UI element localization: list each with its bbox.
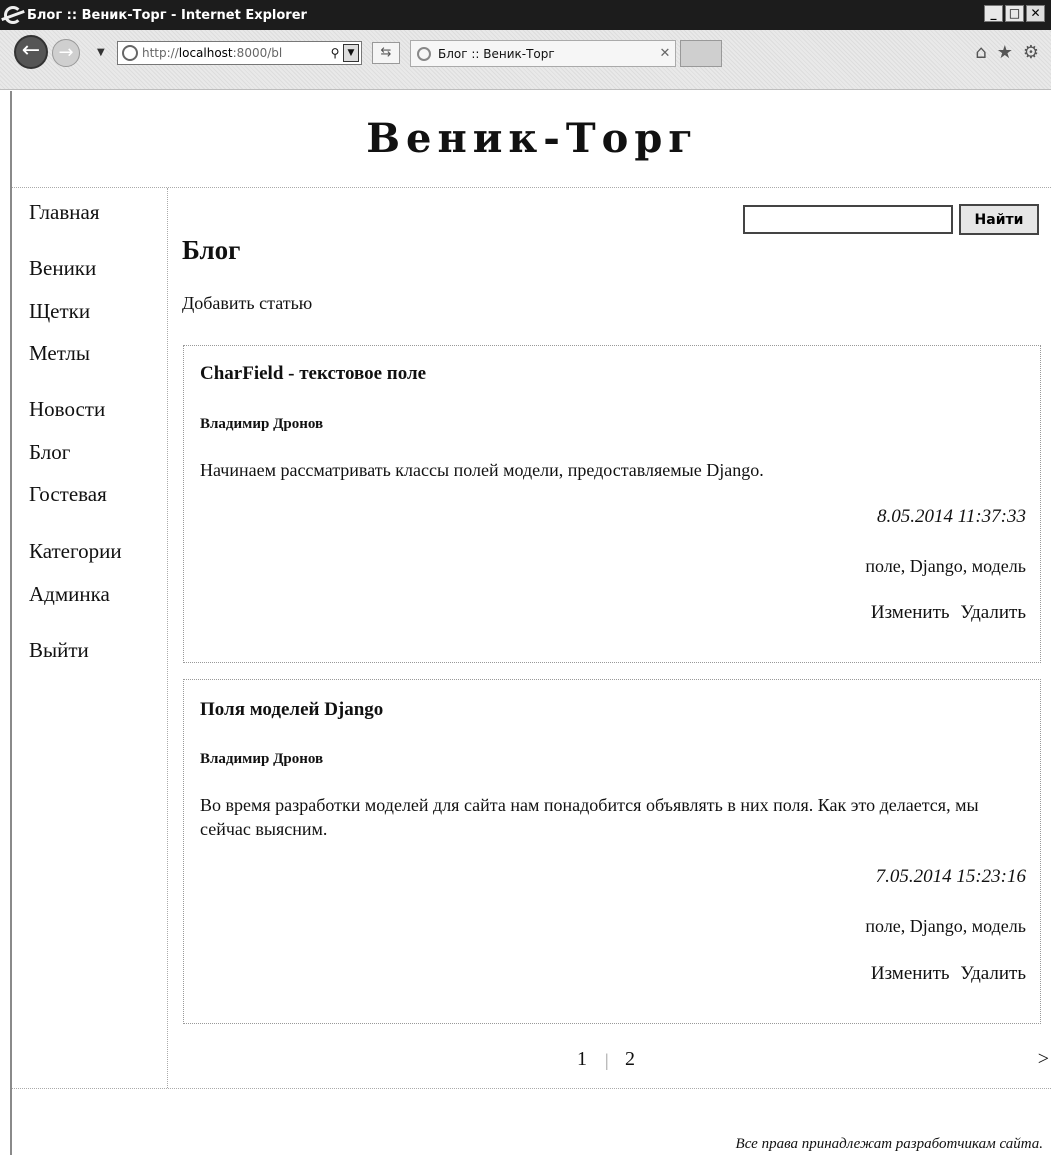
main-content: Найти Блог Добавить статью CharField - т… — [169, 188, 1051, 1088]
tab-close-icon[interactable]: ✕ — [655, 46, 675, 61]
page-viewport: Веник-Торг Главная Веники Щетки Метлы Но… — [10, 91, 1051, 1155]
blog-post: Поля моделей Django Владимир Дронов Во в… — [183, 679, 1041, 1024]
minimize-button[interactable]: _ — [984, 5, 1003, 22]
window-titlebar: Блог :: Веник-Торг - Internet Explorer _… — [0, 0, 1051, 30]
maximize-button[interactable]: □ — [1005, 5, 1024, 22]
sidebar-item-guestbook[interactable]: Гостевая — [29, 482, 107, 507]
sidebar-item-blog[interactable]: Блог — [29, 440, 70, 465]
address-dropdown-icon[interactable]: ▼ — [343, 44, 359, 62]
back-arrow-icon[interactable]: ← — [14, 35, 48, 69]
address-bar[interactable]: http://localhost:8000/bl ⚲ ▼ — [117, 41, 362, 65]
post-actions: Изменить Удалить — [871, 963, 1026, 985]
post-tags: поле, Django, модель — [865, 916, 1026, 936]
edit-link[interactable]: Изменить — [871, 602, 950, 623]
window-controls: _ □ ✕ — [984, 5, 1045, 22]
tab-blog[interactable]: Блог :: Веник-Торг ✕ — [410, 40, 676, 67]
post-title[interactable]: CharField - текстовое поле — [200, 363, 426, 385]
sidebar-item-categories[interactable]: Категории — [29, 539, 122, 564]
page-icon — [122, 45, 138, 61]
post-text: Начинаем рассматривать классы полей моде… — [200, 460, 764, 480]
history-dropdown-icon[interactable]: ▼ — [97, 47, 105, 58]
page-title: Блог — [182, 235, 241, 265]
window-title: Блог :: Веник-Торг - Internet Explorer — [27, 7, 307, 23]
delete-link[interactable]: Удалить — [960, 963, 1026, 984]
sidebar-item-home[interactable]: Главная — [29, 200, 100, 225]
search-input[interactable] — [743, 205, 953, 234]
delete-link[interactable]: Удалить — [960, 602, 1026, 623]
post-tags: поле, Django, модель — [865, 556, 1026, 576]
close-button[interactable]: ✕ — [1026, 5, 1045, 22]
search-icon[interactable]: ⚲ — [327, 46, 343, 60]
edit-link[interactable]: Изменить — [871, 963, 950, 984]
sidebar-item-news[interactable]: Новости — [29, 397, 105, 422]
site-header: Веник-Торг — [12, 91, 1051, 188]
tab-title: Блог :: Веник-Торг — [438, 46, 555, 61]
sidebar-item-besoms[interactable]: Метлы — [29, 341, 90, 366]
sidebar-item-brooms[interactable]: Веники — [29, 256, 96, 281]
post-author: Владимир Дронов — [200, 416, 324, 432]
pagination: 1 | 2 > — [169, 1048, 1051, 1078]
footer-copyright: Все права принадлежат разработчикам сайт… — [735, 1136, 1043, 1152]
url-text[interactable]: http://localhost:8000/bl — [142, 46, 327, 60]
add-article-link[interactable]: Добавить статью — [182, 293, 312, 314]
site-footer: Все права принадлежат разработчикам сайт… — [12, 1088, 1051, 1155]
post-date: 7.05.2014 15:23:16 — [875, 866, 1026, 887]
page-icon — [417, 46, 431, 61]
sidebar-item-brushes[interactable]: Щетки — [29, 299, 90, 324]
favorites-star-icon[interactable]: ★ — [997, 42, 1013, 63]
post-text: Во время разработки моделей для сайта на… — [200, 795, 979, 839]
gear-icon[interactable]: ⚙ — [1023, 42, 1039, 63]
forward-arrow-icon[interactable]: → — [52, 39, 80, 67]
browser-right-icons: ⌂ ★ ⚙ — [975, 42, 1039, 63]
next-page-link[interactable]: > — [1038, 1048, 1049, 1071]
blog-post: CharField - текстовое поле Владимир Дрон… — [183, 345, 1041, 663]
site-title: Веник-Торг — [366, 115, 699, 162]
internet-explorer-icon — [4, 6, 22, 24]
sidebar-item-admin[interactable]: Админка — [29, 582, 110, 607]
search-button[interactable]: Найти — [959, 204, 1039, 235]
home-icon[interactable]: ⌂ — [975, 42, 986, 63]
browser-toolbar: ← → ▼ http://localhost:8000/bl ⚲ ▼ ⇆ Бло… — [0, 30, 1051, 90]
post-actions: Изменить Удалить — [871, 602, 1026, 624]
post-author: Владимир Дронов — [200, 751, 324, 767]
page-link-2[interactable]: 2 — [625, 1048, 635, 1071]
post-date: 8.05.2014 11:37:33 — [877, 506, 1026, 527]
sidebar-item-logout[interactable]: Выйти — [29, 638, 89, 663]
refresh-icon[interactable]: ⇆ — [372, 42, 400, 64]
sidebar: Главная Веники Щетки Метлы Новости Блог … — [12, 188, 168, 1088]
page-separator: | — [605, 1050, 609, 1070]
new-tab-button[interactable] — [680, 40, 722, 67]
page-link-1[interactable]: 1 — [577, 1048, 587, 1071]
post-title[interactable]: Поля моделей Django — [200, 699, 383, 721]
